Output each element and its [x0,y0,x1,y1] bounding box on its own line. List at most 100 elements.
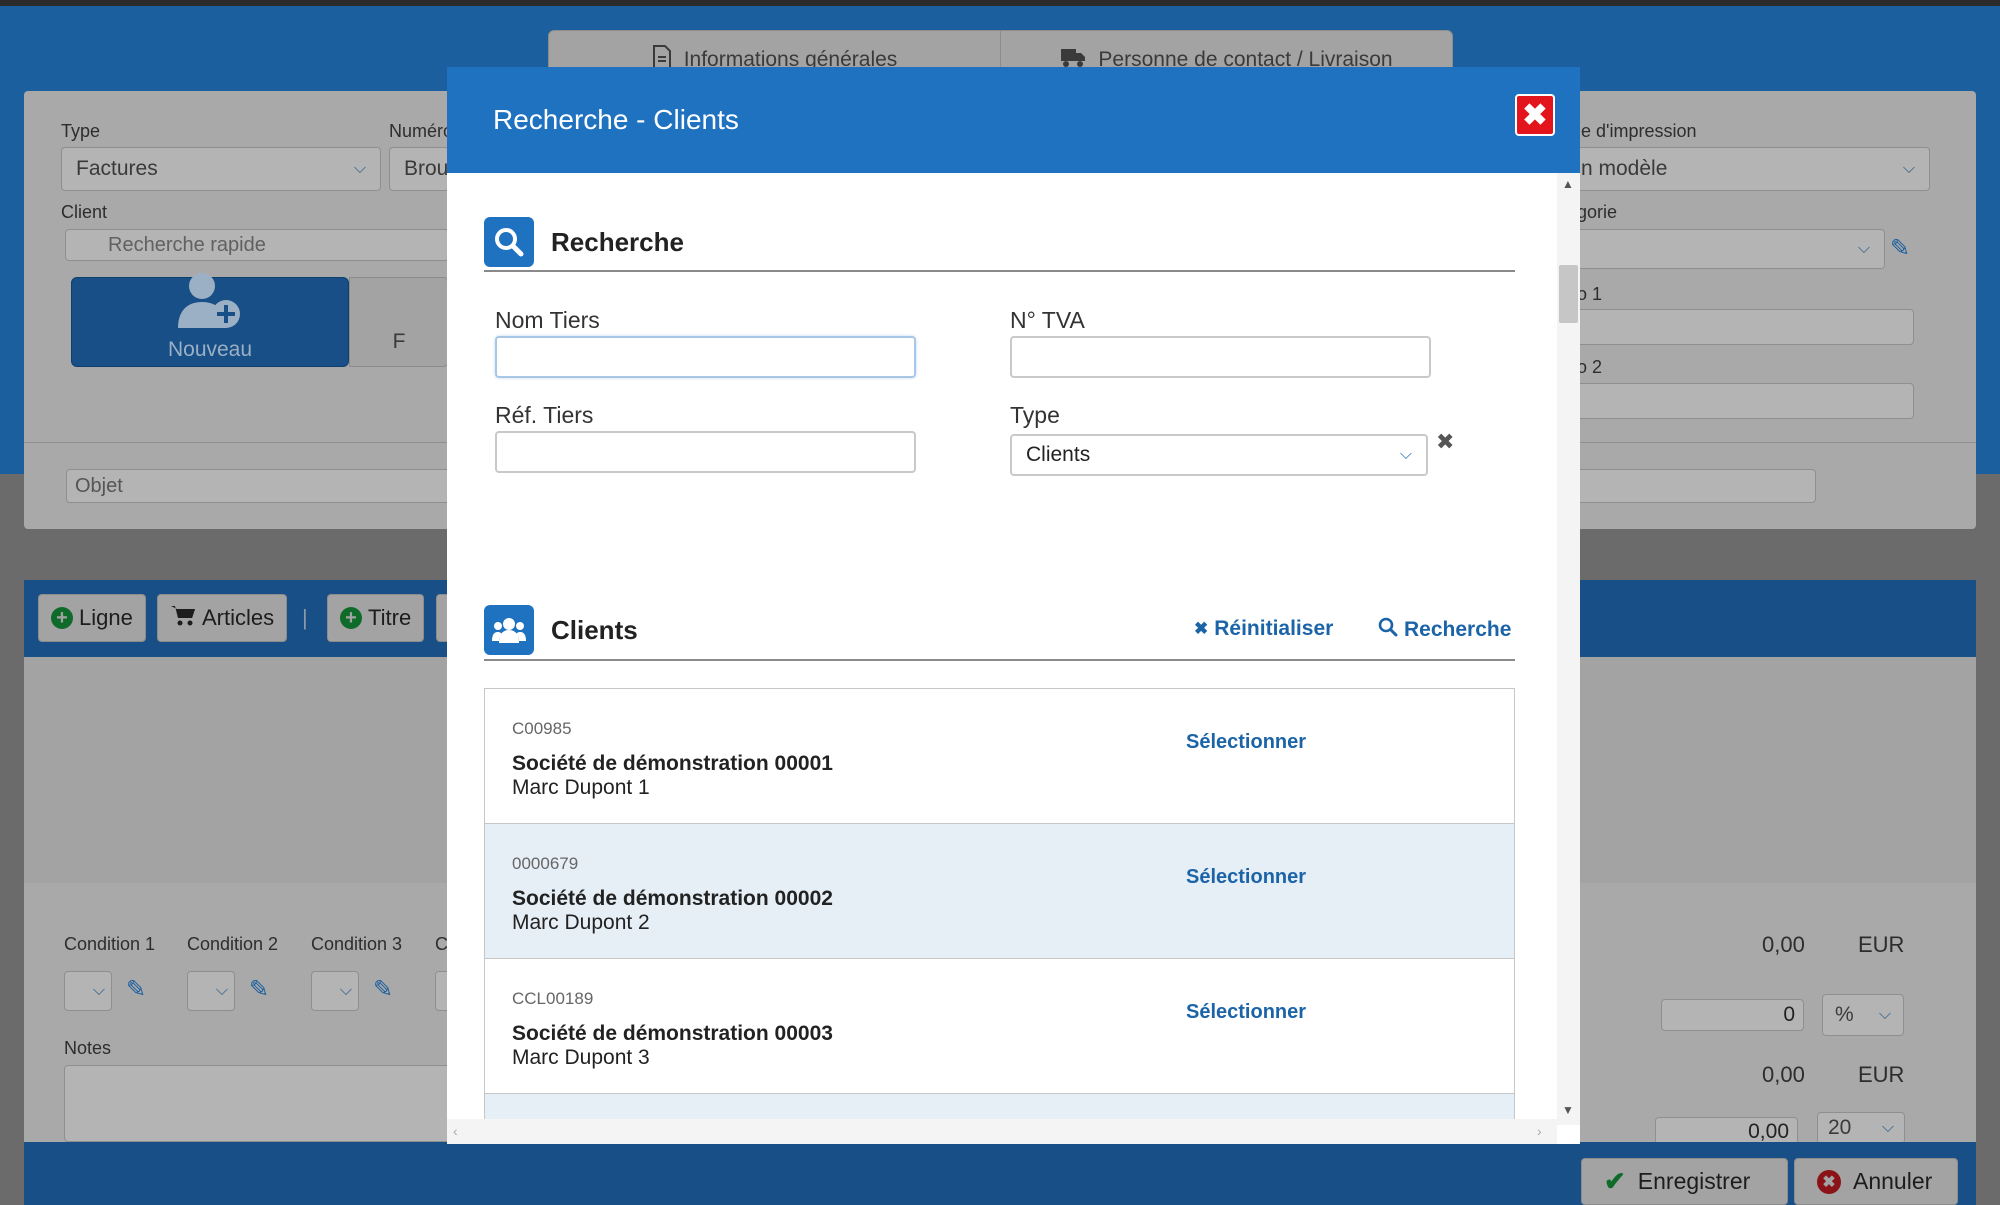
chevron-down-icon: ⌵ [1881,1119,1894,1136]
add-user-icon [174,270,246,338]
type-label: Type [1010,402,1060,428]
chevron-down-icon: ⌵ [1857,240,1870,257]
tva-label: N° TVA [1010,307,1085,333]
find-client-label: F [392,330,406,353]
search-button[interactable]: Recherche [1378,617,1511,643]
type-select[interactable]: Clients ⌵ [1010,434,1428,476]
ref-tiers-input[interactable] [495,431,916,473]
objet-input[interactable]: Objet [66,469,450,503]
client-contact: Marc Dupont 3 [512,1046,650,1069]
nom-tiers-label: Nom Tiers [495,307,600,333]
search-section-title: Recherche [551,226,684,257]
client-name: Société de démonstration 00003 [512,1022,833,1045]
select-button[interactable]: Sélectionner [1186,1001,1306,1024]
discount-unit-value: % [1835,1003,1854,1026]
nom-tiers-input[interactable] [495,336,916,378]
modal-close-button[interactable]: ✖ [1515,94,1555,136]
articles-label: Articles [202,605,275,630]
save-label: Enregistrer [1637,1168,1751,1194]
currency-2: EUR [1858,1062,1905,1087]
search-icon [484,217,534,267]
add-title-button[interactable]: + Titre [327,594,425,642]
info1-input[interactable] [1560,309,1914,345]
info2-input[interactable] [1560,383,1914,419]
info2-label: o 2 [1577,357,1603,377]
users-icon [484,605,534,655]
client-contact: Marc Dupont 2 [512,911,650,934]
client-code: C00985 [512,719,572,738]
numero-input[interactable]: Broui [389,147,453,191]
numero-label: Numéro [389,121,454,141]
info1-label: o 1 [1577,284,1603,304]
type-select[interactable]: Factures ⌵ [61,147,381,191]
condition-3-select[interactable]: ⌵ [311,971,359,1011]
scroll-up-arrow-icon[interactable]: ▲ [1562,177,1574,191]
reset-button[interactable]: ✖ Réinitialiser [1194,617,1333,641]
pencil-icon[interactable]: ✎ [373,975,393,1004]
client-code: CCL00189 [512,989,594,1008]
chevron-down-icon: ⌵ [215,982,228,999]
vertical-scrollbar[interactable]: ▲ ▼ [1557,173,1580,1125]
plus-circle-icon: + [51,607,73,629]
scrollbar-thumb[interactable] [1559,265,1578,323]
type-select-value: Factures [76,157,158,180]
tva-input[interactable] [1010,336,1431,378]
close-icon: ✖ [1522,98,1548,132]
cancel-button[interactable]: ✖ Annuler [1794,1158,1958,1205]
section-divider [484,270,1515,272]
save-button[interactable]: ✔ Enregistrer [1581,1158,1788,1205]
clear-type-icon[interactable]: ✖ [1436,429,1454,455]
type-select-value: Clients [1026,443,1091,466]
plus-circle-icon: + [340,607,362,629]
tax-select[interactable]: 20 ⌵ [1817,1112,1905,1144]
client-quick-search[interactable]: Recherche rapide [65,229,449,261]
pencil-icon[interactable]: ✎ [249,975,269,1004]
new-client-button[interactable]: Nouveau [71,273,349,367]
print-model-label: le d'impression [1577,121,1697,141]
notes-textarea[interactable] [64,1065,454,1142]
section-divider [484,659,1515,661]
objet-input-right[interactable] [1560,469,1816,503]
pencil-icon[interactable]: ✎ [126,975,146,1004]
client-name: Société de démonstration 00002 [512,887,833,910]
modal-header: Recherche - Clients [447,67,1580,173]
articles-button[interactable]: Articles [157,594,288,642]
chevron-down-icon: ⌵ [1878,1006,1891,1023]
add-title-label: Titre [368,605,412,630]
chevron-down-icon: ⌵ [353,160,366,177]
discount-input[interactable]: 0 [1661,999,1804,1031]
modal-title: Recherche - Clients [493,104,739,135]
list-item[interactable]: C00985 Société de démonstration 00001 Ma… [485,689,1514,824]
scroll-right-arrow-icon[interactable]: › [1537,1123,1542,1139]
discount-unit-select[interactable]: % ⌵ [1822,994,1904,1036]
pencil-icon[interactable]: ✎ [1890,234,1910,263]
horizontal-scrollbar[interactable]: ‹ › [447,1119,1557,1144]
list-item[interactable]: CCL00189 Société de démonstration 00003 … [485,959,1514,1094]
add-line-button[interactable]: + Ligne [38,594,146,642]
cancel-circle-icon: ✖ [1817,1169,1841,1194]
select-button[interactable]: Sélectionner [1186,731,1306,754]
chevron-down-icon: ⌵ [1902,160,1915,177]
reset-label: Réinitialiser [1214,617,1334,640]
currency-1: EUR [1858,932,1905,957]
condition-2-select[interactable]: ⌵ [187,971,235,1011]
list-item[interactable]: 0000679 Société de démonstration 00002 M… [485,824,1514,959]
condition-1-select[interactable]: ⌵ [64,971,112,1011]
scroll-down-arrow-icon[interactable]: ▼ [1562,1103,1574,1117]
check-icon: ✔ [1604,1166,1626,1196]
new-client-label: Nouveau [167,338,253,361]
ref-tiers-label: Réf. Tiers [495,402,594,428]
print-model-value: n modèle [1581,157,1668,180]
numero-value: Broui [404,157,454,180]
select-button[interactable]: Sélectionner [1186,866,1306,889]
category-select[interactable]: ⌵ [1560,229,1885,269]
results-section-header: Clients [484,605,638,655]
search-icon [1378,617,1398,643]
find-client-button[interactable]: F [349,277,449,367]
scroll-left-arrow-icon[interactable]: ‹ [453,1123,458,1139]
chevron-down-icon: ⌵ [92,982,105,999]
toolbar-separator: | [302,605,308,630]
condition-3-label: Condition 3 [311,934,403,954]
amount-input[interactable]: 0,00 [1655,1117,1798,1145]
print-model-select[interactable]: n modèle ⌵ [1560,147,1930,191]
